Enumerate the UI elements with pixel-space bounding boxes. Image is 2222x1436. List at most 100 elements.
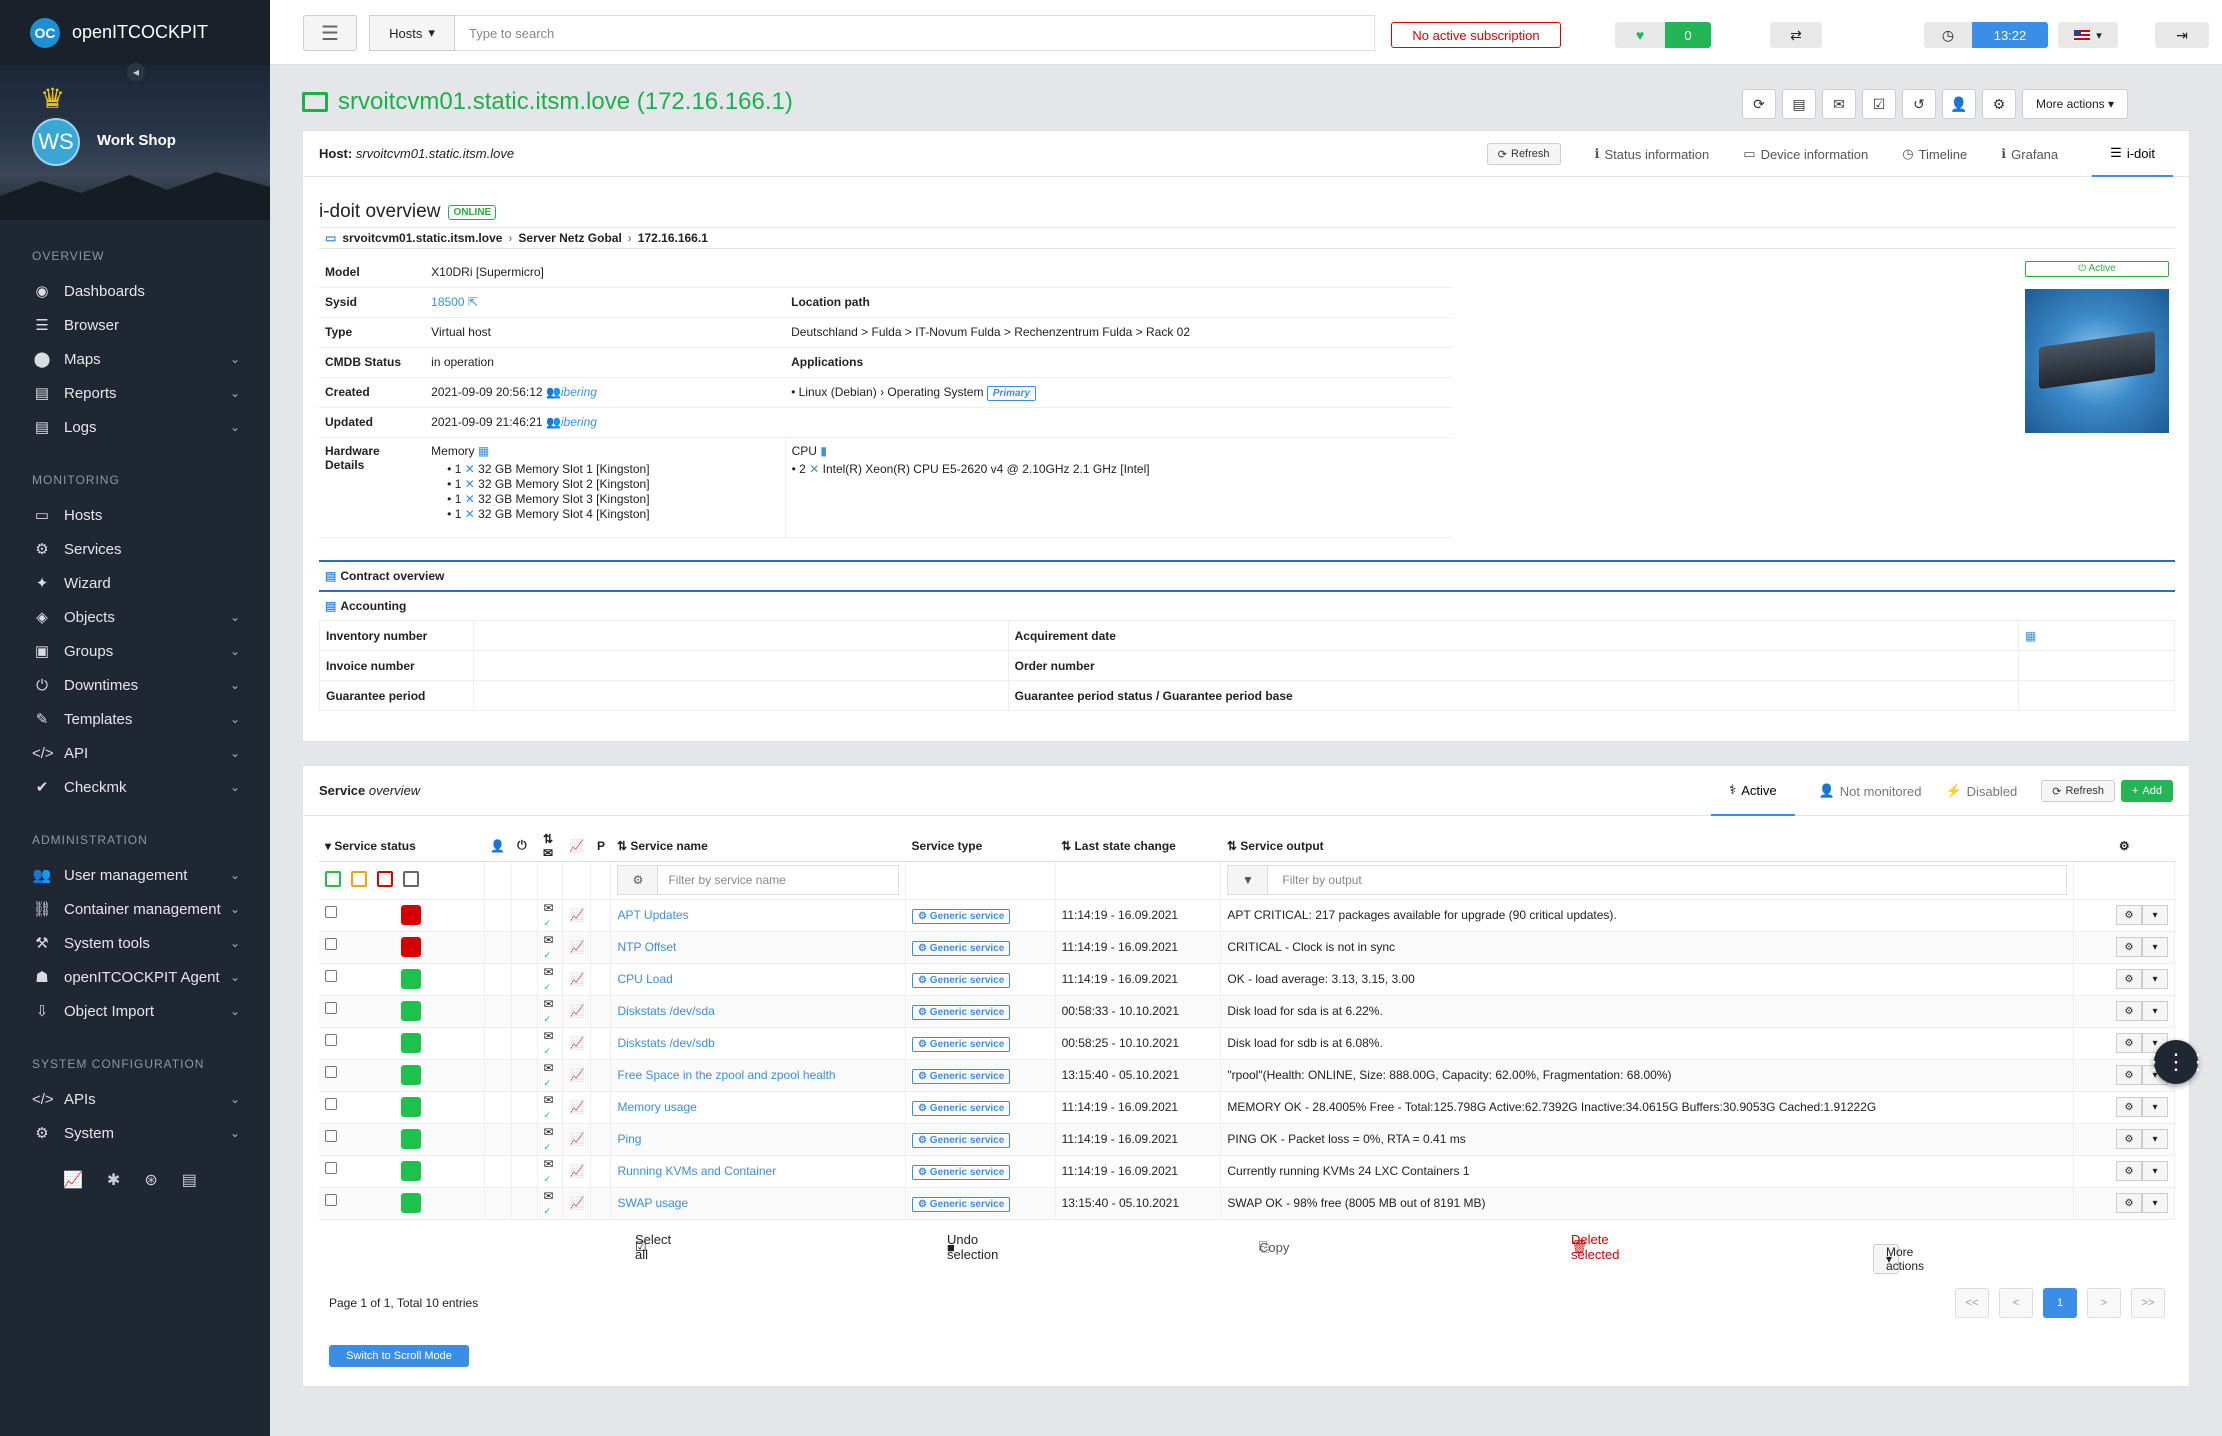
- sidebar-item-groups[interactable]: ▣ Groups ⌄: [0, 634, 270, 668]
- sync-button[interactable]: ⇄: [1770, 22, 1822, 48]
- support-icon[interactable]: ⊛: [144, 1170, 157, 1190]
- tab-status-information[interactable]: ℹ Status information: [1595, 131, 1710, 177]
- sidebar-item-object-import[interactable]: ⇩ Object Import ⌄: [0, 994, 270, 1028]
- breadcrumb-item[interactable]: Server Netz Gobal: [518, 231, 621, 245]
- menu-toggle-button[interactable]: ☰: [303, 15, 357, 51]
- book-icon[interactable]: ▤: [182, 1170, 197, 1190]
- table-row[interactable]: ✉✓ 📈 CPU Load ⚙ Generic service 11:14:19 - 1…: [319, 963, 2175, 996]
- status-indicator[interactable]: [401, 1193, 421, 1213]
- row-checkbox[interactable]: [325, 1130, 337, 1143]
- avatar[interactable]: WS: [32, 118, 80, 166]
- history-button[interactable]: ↺: [1902, 89, 1936, 119]
- column-last-state-change[interactable]: ⇅ Last state change: [1055, 831, 1221, 862]
- column-acknowledged[interactable]: 👤: [484, 831, 512, 862]
- row-actions-dropdown[interactable]: ▾: [2142, 1129, 2168, 1149]
- row-actions-dropdown[interactable]: ▾: [2142, 1193, 2168, 1213]
- row-settings-button[interactable]: ⚙: [2116, 1161, 2142, 1181]
- status-indicator[interactable]: [401, 1097, 421, 1117]
- status-indicator[interactable]: [401, 969, 421, 989]
- reschedule-button[interactable]: ⟳: [1742, 89, 1776, 119]
- row-actions-dropdown[interactable]: ▾: [2142, 937, 2168, 957]
- row-actions-dropdown[interactable]: ▾: [2142, 905, 2168, 925]
- settings-button[interactable]: ⚙: [1982, 89, 2016, 119]
- row-checkbox[interactable]: [325, 1066, 337, 1079]
- sidebar-item-system[interactable]: ⚙ System ⌄: [0, 1116, 270, 1150]
- scroll-mode-button[interactable]: Switch to Scroll Mode: [329, 1345, 469, 1367]
- sidebar-item-dashboards[interactable]: ◉ Dashboards: [0, 274, 270, 308]
- service-name-link[interactable]: Diskstats /dev/sdb: [617, 1036, 714, 1050]
- notes-button[interactable]: ▤: [1782, 89, 1816, 119]
- notification-button[interactable]: ✉: [1822, 89, 1856, 119]
- column-service-type[interactable]: Service type: [905, 831, 1056, 862]
- prev-page-button[interactable]: <: [1999, 1288, 2033, 1318]
- calendar-icon[interactable]: ▦: [2025, 629, 2036, 643]
- sidebar-item-downtimes[interactable]: ⏻ Downtimes ⌄: [0, 668, 270, 702]
- table-row[interactable]: ✉✓ 📈 Free Space in the zpool and zpool hea…: [319, 1059, 2175, 1092]
- row-actions-dropdown[interactable]: ▾: [2142, 1161, 2168, 1181]
- row-settings-button[interactable]: ⚙: [2116, 969, 2142, 989]
- service-name-link[interactable]: APT Updates: [617, 908, 688, 922]
- sidebar-item-checkmk[interactable]: ✔ Checkmk ⌄: [0, 770, 270, 804]
- table-row[interactable]: ✉✓ 📈 Diskstats /dev/sdb ⚙ Generic service 00…: [319, 1027, 2175, 1060]
- sidebar-item-api[interactable]: </> API ⌄: [0, 736, 270, 770]
- filter-unknown-checkbox[interactable]: [403, 870, 419, 887]
- service-name-link[interactable]: Memory usage: [617, 1100, 696, 1114]
- area-chart-icon[interactable]: 📈: [569, 972, 584, 986]
- status-indicator[interactable]: [401, 905, 421, 925]
- row-settings-button[interactable]: ⚙: [2116, 1033, 2142, 1053]
- last-page-button[interactable]: >>: [2131, 1288, 2165, 1318]
- sidebar-item-system-tools[interactable]: ⚒ System tools ⌄: [0, 926, 270, 960]
- column-graph[interactable]: 📈: [562, 831, 591, 862]
- sysid-link[interactable]: 18500: [431, 295, 464, 309]
- service-name-link[interactable]: Ping: [617, 1132, 641, 1146]
- sidebar-item-templates[interactable]: ✎ Templates ⌄: [0, 702, 270, 736]
- table-row[interactable]: ✉✓ 📈 Diskstats /dev/sda ⚙ Generic service 00…: [319, 995, 2175, 1028]
- sidebar-item-apis[interactable]: </> APIs ⌄: [0, 1082, 270, 1116]
- bulk-more-actions-button[interactable]: More actions ▾: [1873, 1244, 1924, 1274]
- tab-grafana[interactable]: ℹ Grafana: [2001, 131, 2058, 177]
- table-row[interactable]: ✉✓ 📈 Memory usage ⚙ Generic service 11:14:19…: [319, 1091, 2175, 1124]
- acknowledge-button[interactable]: ☑: [1862, 89, 1896, 119]
- user-button[interactable]: 👤: [1942, 89, 1976, 119]
- row-actions-dropdown[interactable]: ▾: [2142, 1001, 2168, 1021]
- brand[interactable]: OC openITCOCKPIT: [0, 0, 270, 65]
- sidebar-item-user-management[interactable]: 👥 User management ⌄: [0, 858, 270, 892]
- breadcrumb-item[interactable]: 172.16.166.1: [638, 231, 708, 245]
- breadcrumb-item[interactable]: srvoitcvm01.static.itsm.love: [342, 231, 502, 245]
- first-page-button[interactable]: <<: [1955, 1288, 1989, 1318]
- area-chart-icon[interactable]: 📈: [569, 940, 584, 954]
- area-chart-icon[interactable]: 📈: [569, 1164, 584, 1178]
- refresh-button[interactable]: ⟳ Refresh: [2041, 780, 2115, 802]
- row-checkbox[interactable]: [325, 938, 337, 951]
- sidebar-item-wizard[interactable]: ✦ Wizard: [0, 566, 270, 600]
- area-chart-icon[interactable]: 📈: [569, 1004, 584, 1018]
- row-settings-button[interactable]: ⚙: [2116, 1065, 2142, 1085]
- filter-critical-checkbox[interactable]: [377, 870, 393, 887]
- tab-disabled[interactable]: ⚡ Disabled: [1945, 766, 2017, 816]
- table-row[interactable]: ✉✓ 📈 SWAP usage ⚙ Generic service 13:15:40 -…: [319, 1187, 2175, 1220]
- user-name[interactable]: Work Shop: [97, 132, 176, 149]
- table-row[interactable]: ✉✓ 📈 Ping ⚙ Generic service 11:14:19 - 16.09…: [319, 1123, 2175, 1156]
- table-row[interactable]: ✉✓ 📈 APT Updates ⚙ Generic service 11:14:19 …: [319, 899, 2175, 932]
- row-settings-button[interactable]: ⚙: [2116, 1129, 2142, 1149]
- sidebar-item-logs[interactable]: ▤ Logs ⌄: [0, 410, 270, 444]
- chart-icon[interactable]: 📈: [63, 1170, 83, 1190]
- language-selector[interactable]: ▾: [2058, 22, 2118, 48]
- row-settings-button[interactable]: ⚙: [2116, 937, 2142, 957]
- refresh-button[interactable]: ⟳ Refresh: [1486, 143, 1561, 165]
- service-name-link[interactable]: SWAP usage: [617, 1196, 688, 1210]
- tab-idoit[interactable]: ☰ i-doit: [2092, 131, 2173, 177]
- row-actions-dropdown[interactable]: ▾: [2142, 969, 2168, 989]
- row-settings-button[interactable]: ⚙: [2116, 1193, 2142, 1213]
- tab-not-monitored[interactable]: 👤 Not monitored: [1819, 766, 1922, 816]
- heartbeat-indicator[interactable]: ♥ 0: [1615, 22, 1711, 48]
- area-chart-icon[interactable]: 📈: [569, 1132, 584, 1146]
- row-checkbox[interactable]: [325, 906, 337, 919]
- row-checkbox[interactable]: [325, 970, 337, 983]
- page-1-button[interactable]: 1: [2043, 1288, 2077, 1318]
- column-service-output[interactable]: ⇅ Service output: [1220, 831, 2074, 862]
- area-chart-icon[interactable]: 📈: [569, 1068, 584, 1082]
- area-chart-icon[interactable]: 📈: [569, 1196, 584, 1210]
- table-row[interactable]: ✉✓ 📈 NTP Offset ⚙ Generic service 11:14:19 -…: [319, 931, 2175, 964]
- subscription-warning[interactable]: No active subscription: [1391, 22, 1561, 48]
